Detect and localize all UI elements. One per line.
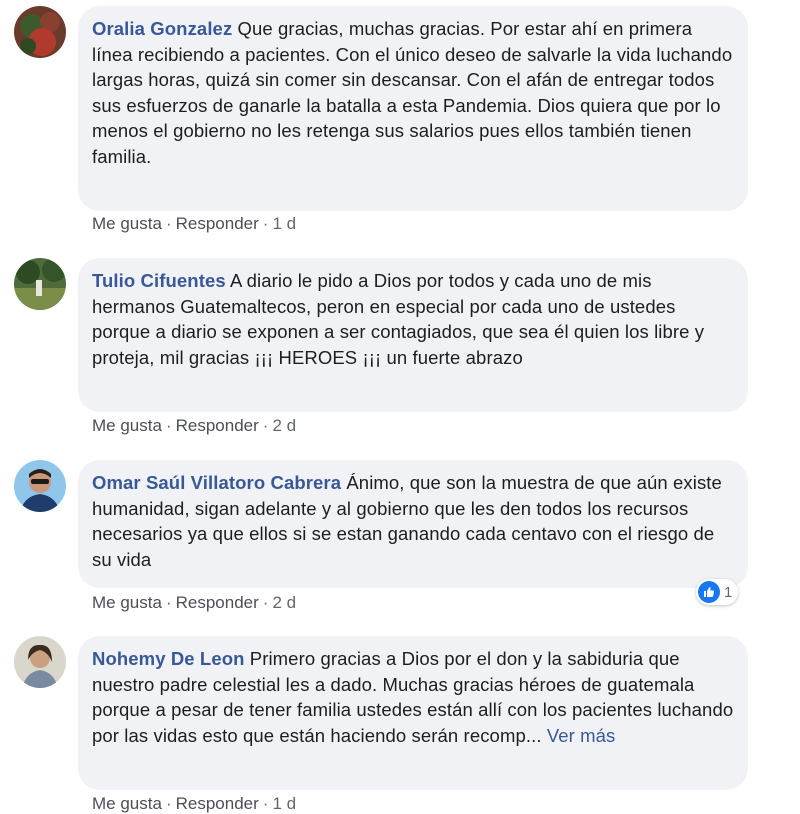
comment-bubble: Nohemy De Leon Primero gracias a Dios po… xyxy=(78,636,748,790)
comment-bubble: Tulio Cifuentes A diario le pido a Dios … xyxy=(78,258,748,412)
separator: · xyxy=(165,593,172,612)
like-button[interactable]: Me gusta xyxy=(92,214,162,233)
reply-button[interactable]: Responder xyxy=(176,593,259,612)
reaction-count: 1 xyxy=(724,583,733,601)
avatar[interactable] xyxy=(14,460,66,512)
like-button[interactable]: Me gusta xyxy=(92,416,162,435)
separator: · xyxy=(262,214,269,233)
separator: · xyxy=(165,214,172,233)
avatar-image xyxy=(14,460,66,512)
comment-timestamp[interactable]: 1 d xyxy=(272,794,296,813)
comment-timestamp[interactable]: 2 d xyxy=(272,416,296,435)
comment-bubble: Oralia Gonzalez Que gracias, muchas grac… xyxy=(78,6,748,211)
avatar-image xyxy=(14,6,66,58)
comment-author[interactable]: Tulio Cifuentes xyxy=(92,270,226,291)
reply-button[interactable]: Responder xyxy=(176,794,259,813)
avatar[interactable] xyxy=(14,636,66,688)
comment-bubble: Omar Saúl Villatoro Cabrera Ánimo, que s… xyxy=(78,460,748,588)
like-button[interactable]: Me gusta xyxy=(92,593,162,612)
avatar-image xyxy=(14,258,66,310)
avatar[interactable] xyxy=(14,258,66,310)
comment-author[interactable]: Oralia Gonzalez xyxy=(92,18,232,39)
separator: · xyxy=(262,416,269,435)
reply-button[interactable]: Responder xyxy=(176,416,259,435)
like-button[interactable]: Me gusta xyxy=(92,794,162,813)
separator: · xyxy=(262,794,269,813)
comment-author[interactable]: Omar Saúl Villatoro Cabrera xyxy=(92,472,341,493)
comment-timestamp[interactable]: 2 d xyxy=(272,593,296,612)
separator: · xyxy=(165,794,172,813)
like-reaction-icon xyxy=(698,581,720,603)
reaction-summary[interactable]: 1 xyxy=(696,579,739,605)
comment-actions: Me gusta · Responder · 1 d xyxy=(92,214,296,234)
separator: · xyxy=(165,416,172,435)
avatar[interactable] xyxy=(14,6,66,58)
comment-actions: Me gusta · Responder · 2 d xyxy=(92,416,296,436)
reply-button[interactable]: Responder xyxy=(176,214,259,233)
comment-actions: Me gusta · Responder · 1 d xyxy=(92,794,296,814)
comment-timestamp[interactable]: 1 d xyxy=(272,214,296,233)
comment-actions: Me gusta · Responder · 2 d xyxy=(92,593,296,613)
comment-text: Que gracias, muchas gracias. Por estar a… xyxy=(92,18,733,167)
separator: · xyxy=(262,593,269,612)
see-more-link[interactable]: Ver más xyxy=(547,725,616,746)
avatar-image xyxy=(14,636,66,688)
comment-author[interactable]: Nohemy De Leon xyxy=(92,648,245,669)
